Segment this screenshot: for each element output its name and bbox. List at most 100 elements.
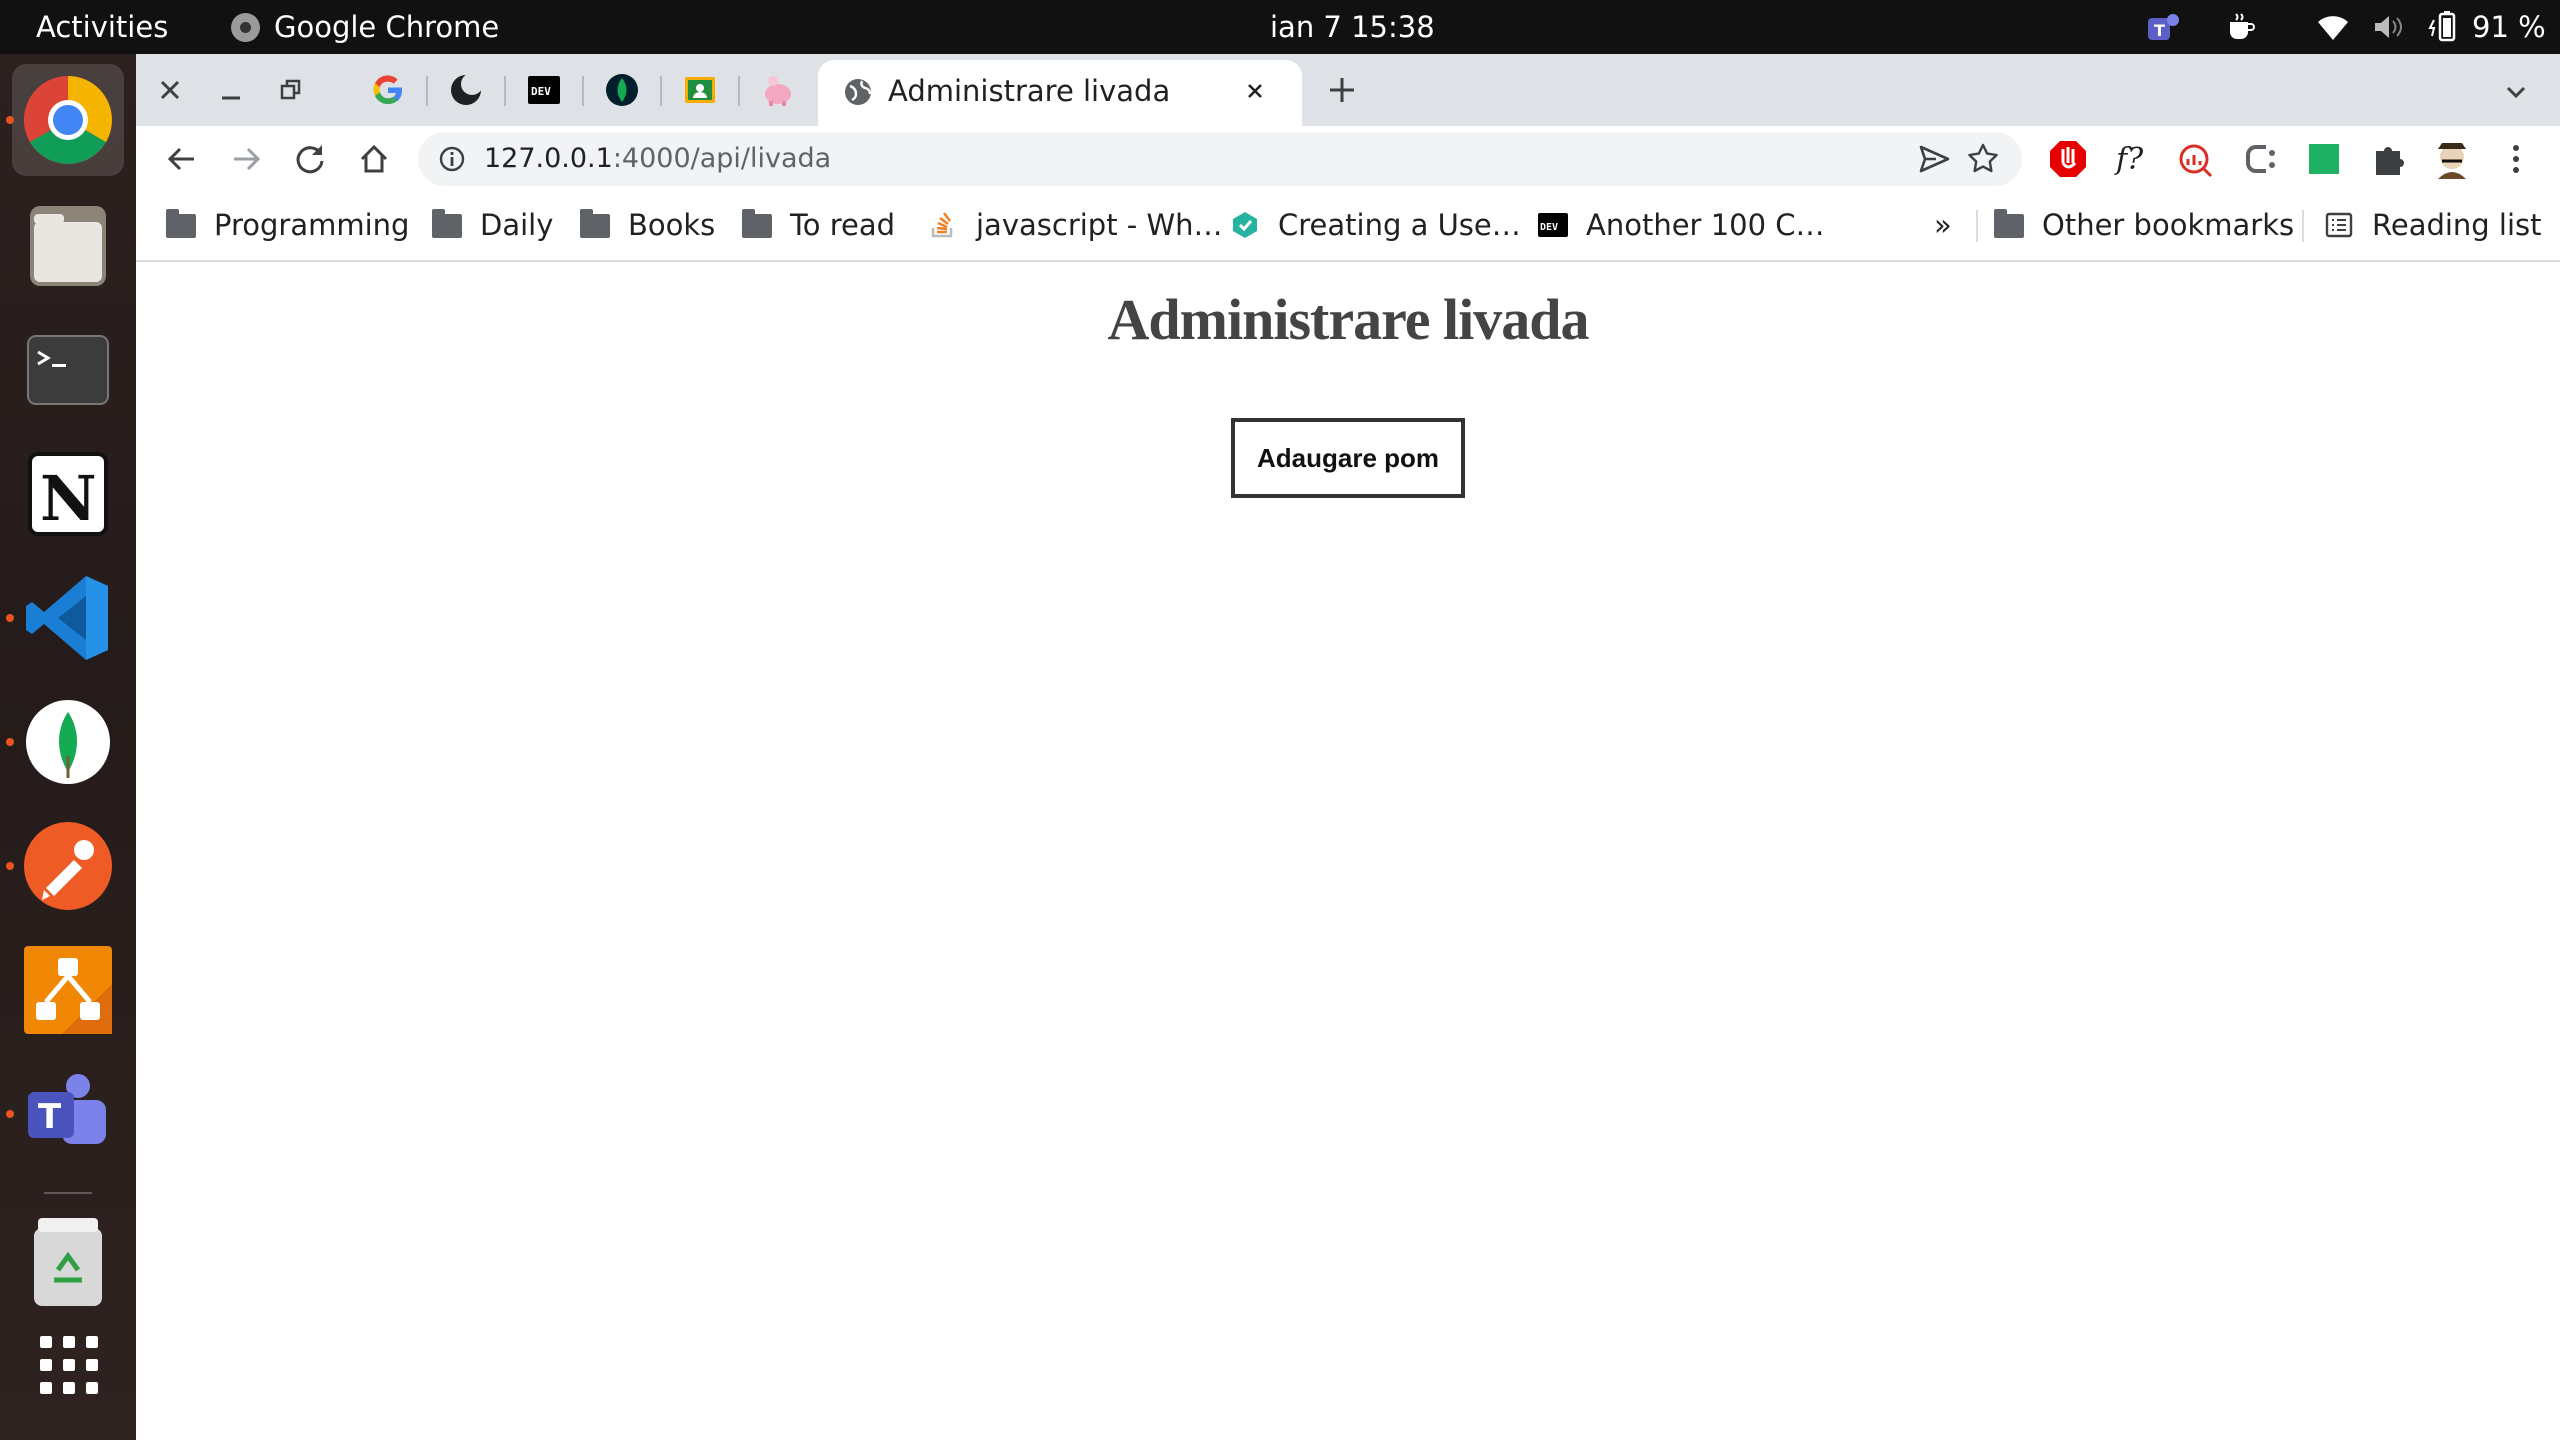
battery-percent: 91 %	[2472, 10, 2546, 44]
window-close-icon[interactable]	[142, 54, 198, 126]
bookmark-star-icon[interactable]	[1966, 142, 2000, 176]
bookmark-label: Reading list	[2372, 208, 2542, 242]
folder-icon	[1994, 209, 2024, 240]
green-square-extension-icon[interactable]	[2300, 135, 2348, 183]
svg-text:T: T	[2154, 21, 2165, 40]
hexagon-site-icon	[1233, 212, 1257, 238]
forward-icon[interactable]	[222, 135, 270, 183]
codeium-extension-icon[interactable]	[2236, 135, 2284, 183]
globe-icon	[845, 79, 872, 105]
chrome-menu-icon[interactable]	[2492, 135, 2540, 183]
bookmark-another-100[interactable]: DEV Another 100 C…	[1538, 192, 1825, 258]
tab-close-icon[interactable]	[1238, 74, 1272, 108]
stackoverflow-icon	[931, 212, 953, 238]
terminal-icon	[27, 335, 109, 405]
dev-to-icon: DEV	[1538, 213, 1568, 237]
tab-separator	[426, 76, 428, 106]
files-icon	[30, 206, 106, 286]
font-finder-extension-icon[interactable]: f?	[2108, 135, 2156, 183]
tab-search-chevron-icon[interactable]	[2496, 72, 2536, 112]
reading-list-button[interactable]: Reading list	[2324, 192, 2542, 258]
dock-files[interactable]	[12, 190, 124, 302]
tab-separator	[582, 76, 584, 106]
svg-text:DEV: DEV	[531, 85, 551, 98]
dock-notion[interactable]: N	[12, 438, 124, 550]
running-indicator	[6, 738, 14, 746]
reading-list-icon	[2325, 212, 2353, 238]
mongodb-compass-icon	[26, 700, 110, 784]
back-icon[interactable]	[158, 135, 206, 183]
analytics-extension-icon[interactable]	[2172, 135, 2220, 183]
profile-avatar[interactable]	[2428, 135, 2476, 183]
folder-icon	[166, 209, 196, 240]
window-restore-icon[interactable]	[262, 54, 318, 126]
chrome-icon	[24, 76, 112, 164]
bookmark-label: Other bookmarks	[2042, 208, 2295, 242]
running-indicator	[6, 862, 14, 870]
dock-terminal[interactable]	[12, 314, 124, 426]
address-bar[interactable]: 127.0.0.1:4000/api/livada	[418, 132, 2022, 186]
dev-to-tab-icon[interactable]: DEV	[522, 68, 566, 112]
piggy-bank-tab-icon[interactable]	[756, 68, 800, 112]
dock-chrome[interactable]	[12, 64, 124, 176]
bookmark-folder-other[interactable]: Other bookmarks	[1994, 192, 2294, 258]
bookmarks-overflow-button[interactable]: »	[1934, 192, 1952, 258]
send-to-devices-icon[interactable]	[1918, 143, 1950, 175]
chrome-app-icon	[231, 13, 260, 42]
bookmark-label: Programming	[214, 208, 410, 242]
add-tree-button[interactable]: Adaugare pom	[1231, 418, 1465, 498]
bookmark-folder-programming[interactable]: Programming	[166, 192, 409, 258]
bookmark-folder-to-read[interactable]: To read	[742, 192, 895, 258]
url-text[interactable]: 127.0.0.1:4000/api/livada	[484, 132, 831, 186]
overflow-chevron-icon: »	[1934, 208, 1952, 242]
extensions-puzzle-icon[interactable]	[2364, 135, 2412, 183]
site-info-icon[interactable]	[438, 145, 466, 173]
dark-moon-tab-icon[interactable]	[444, 68, 488, 112]
google-tab-icon[interactable]	[366, 68, 410, 112]
window-minimize-icon[interactable]	[202, 54, 258, 126]
dock-vscode[interactable]	[12, 562, 124, 674]
classroom-tab-icon[interactable]	[678, 68, 722, 112]
bookmark-label: javascript - Wh…	[976, 208, 1223, 242]
tab-administrare-livada[interactable]: Administrare livada	[818, 60, 1302, 126]
tab-strip: DEV Administrare livada	[136, 54, 2560, 126]
home-icon[interactable]	[350, 135, 398, 183]
bookmarks-divider	[2302, 210, 2304, 242]
bookmarks-bar: Programming Daily Books To read javascri…	[136, 192, 2560, 262]
bookmark-stackoverflow[interactable]: javascript - Wh…	[928, 192, 1223, 258]
tab-separator	[738, 76, 740, 106]
mongodb-tab-icon[interactable]	[600, 68, 644, 112]
browser-toolbar: 127.0.0.1:4000/api/livada f?	[136, 126, 2560, 192]
new-tab-icon[interactable]	[1320, 68, 1364, 112]
bookmark-folder-books[interactable]: Books	[580, 192, 715, 258]
dock-teams[interactable]: T	[12, 1058, 124, 1170]
bookmark-folder-daily[interactable]: Daily	[432, 192, 553, 258]
bookmark-label: To read	[790, 208, 896, 242]
bookmark-label: Books	[628, 208, 716, 242]
dock-mongodb-compass[interactable]	[12, 686, 124, 798]
app-menu[interactable]: Google Chrome	[274, 0, 499, 54]
dock-trash[interactable]	[12, 1206, 124, 1318]
activities-button[interactable]: Activities	[36, 0, 168, 54]
running-indicator	[6, 116, 14, 124]
notion-icon: N	[28, 452, 108, 536]
dock-postman[interactable]	[12, 810, 124, 922]
reload-icon[interactable]	[286, 135, 334, 183]
trash-icon	[34, 1218, 102, 1306]
bookmark-creating-a-user[interactable]: Creating a Use…	[1230, 192, 1521, 258]
dock-separator	[44, 1192, 92, 1194]
show-apps-icon[interactable]	[38, 1334, 100, 1396]
svg-text:f?: f?	[2114, 142, 2144, 177]
dock: N T	[0, 54, 136, 1440]
page-heading: Administrare livada	[1107, 287, 1590, 352]
clock[interactable]: ian 7 15:38	[1270, 0, 1435, 54]
folder-icon	[432, 209, 462, 240]
folder-icon	[580, 209, 610, 240]
tab-title: Administrare livada	[888, 74, 1171, 108]
bookmark-label: Another 100 C…	[1586, 208, 1825, 242]
folder-icon	[742, 209, 772, 240]
dock-drawio[interactable]	[12, 934, 124, 1046]
ublock-extension-icon[interactable]	[2044, 135, 2092, 183]
teams-icon: T	[28, 1074, 106, 1144]
running-indicator	[6, 614, 14, 622]
